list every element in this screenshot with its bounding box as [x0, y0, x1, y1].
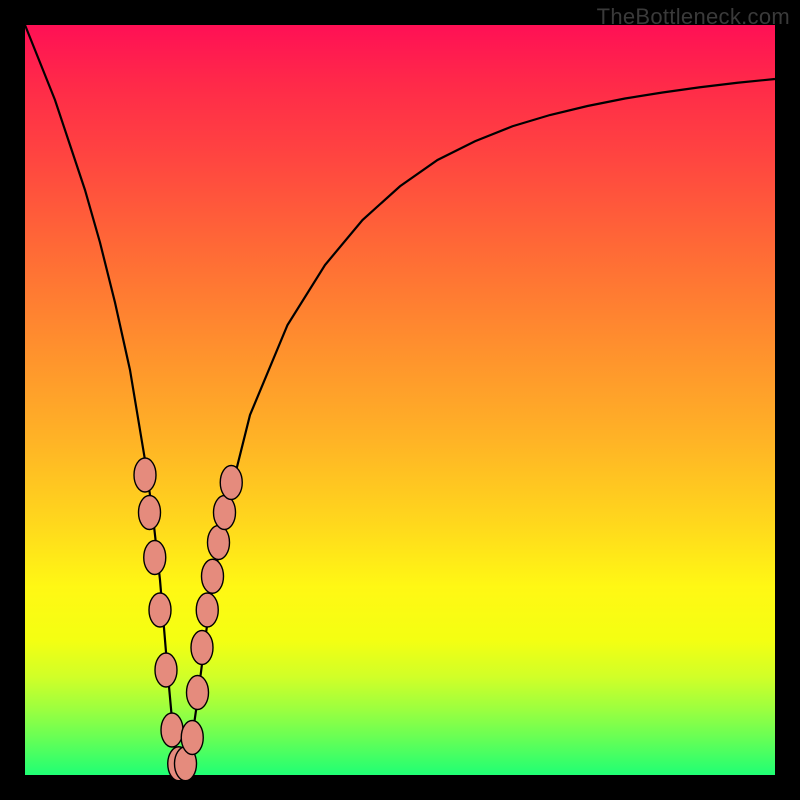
- marker-point: [144, 541, 166, 575]
- marker-point: [191, 631, 213, 665]
- bottleneck-curve: [25, 25, 775, 768]
- chart-overlay: [25, 25, 775, 775]
- marker-point: [181, 721, 203, 755]
- marker-point: [208, 526, 230, 560]
- chart-container: TheBottleneck.com: [0, 0, 800, 800]
- marker-point: [202, 559, 224, 593]
- marker-point: [134, 458, 156, 492]
- marker-point: [187, 676, 209, 710]
- marker-point: [149, 593, 171, 627]
- marker-point: [161, 713, 183, 747]
- marker-point: [220, 466, 242, 500]
- marker-point: [139, 496, 161, 530]
- marker-point: [214, 496, 236, 530]
- marker-point: [155, 653, 177, 687]
- markers-group: [134, 458, 242, 781]
- marker-point: [196, 593, 218, 627]
